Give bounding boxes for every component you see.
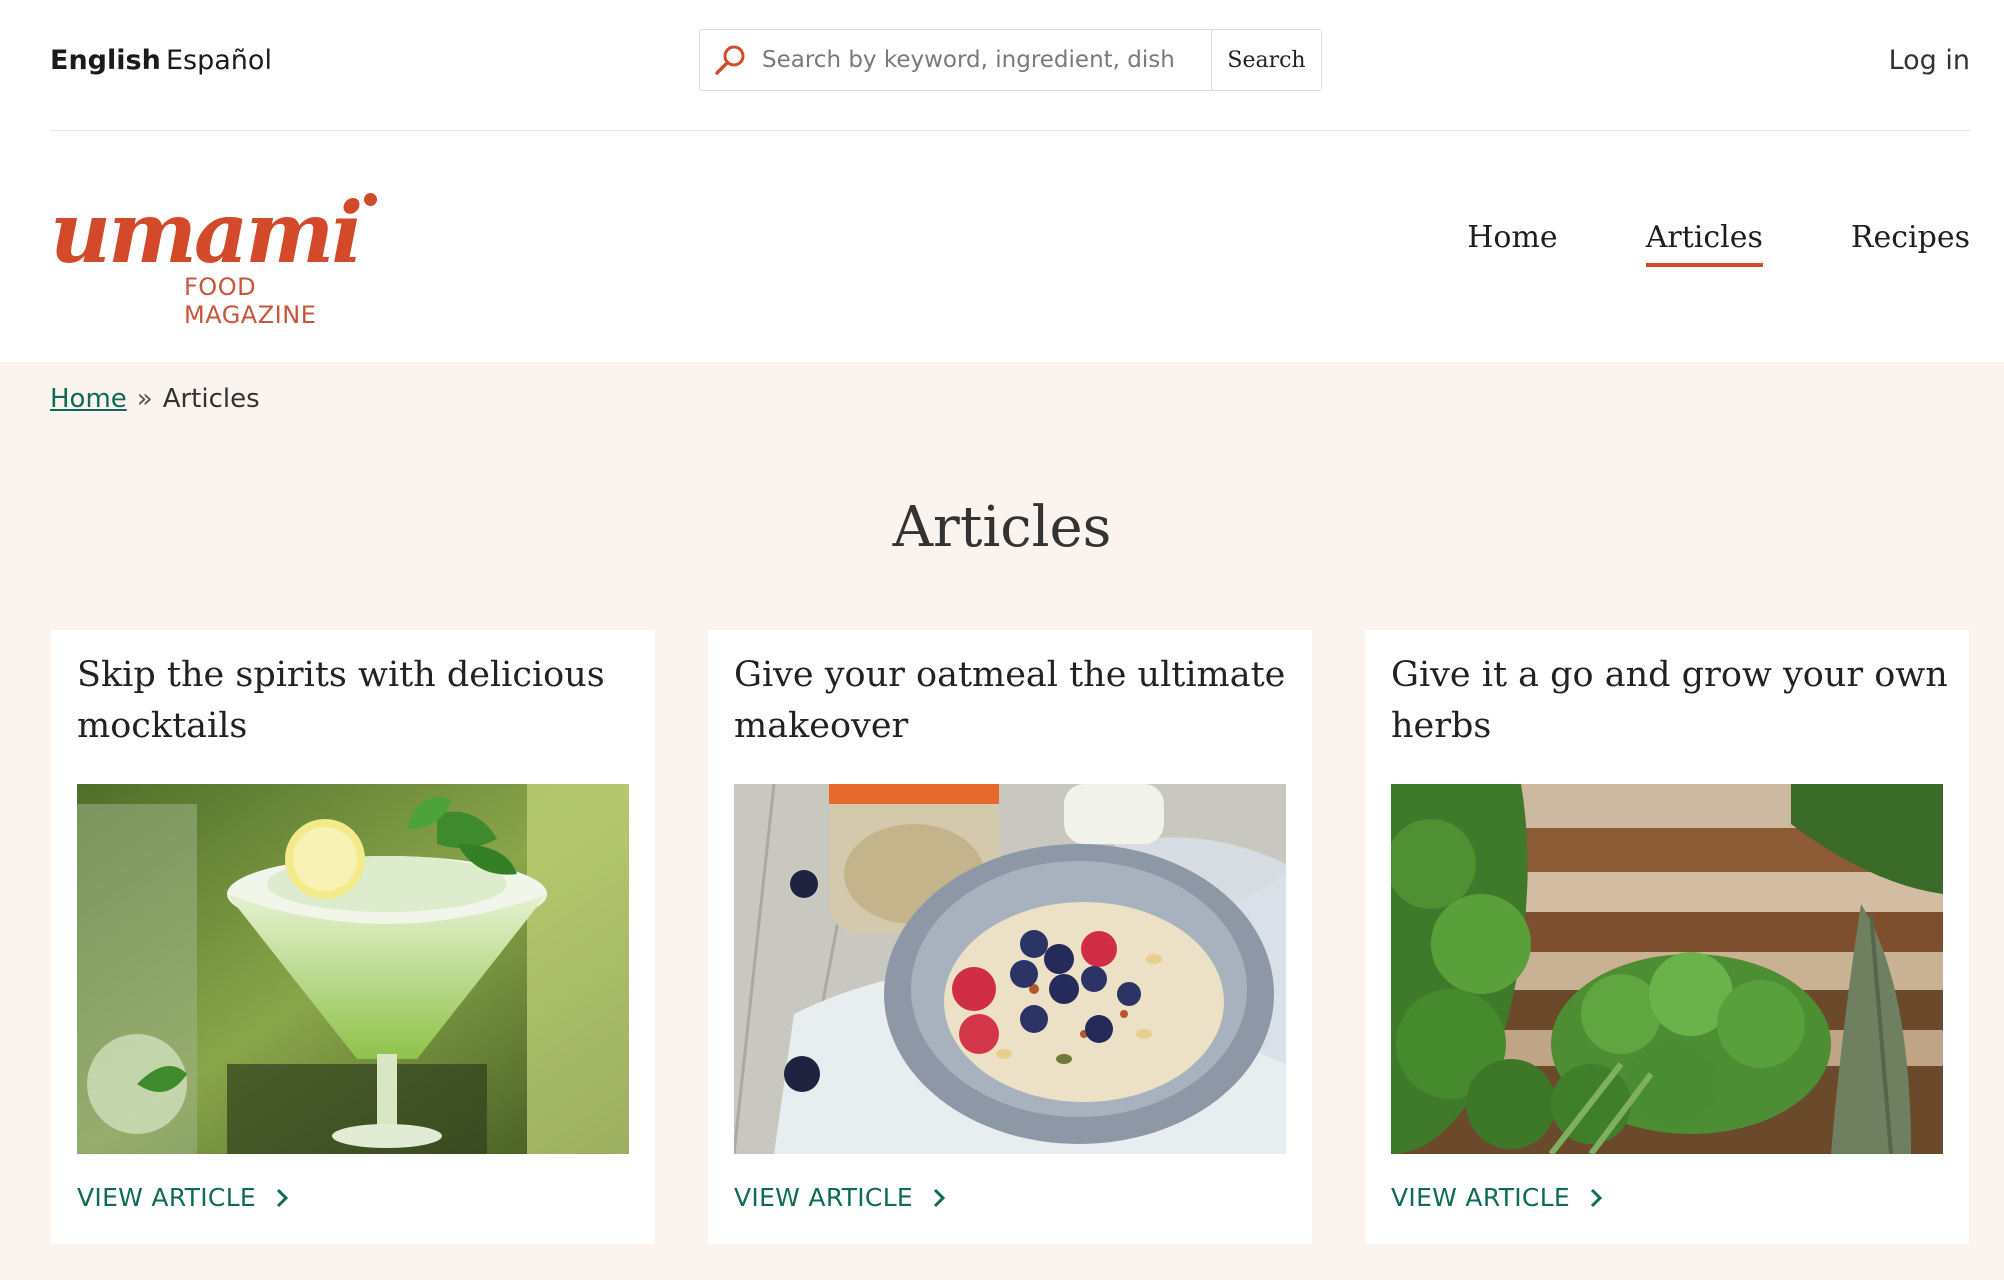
article-image-herbs[interactable] — [1391, 784, 1943, 1154]
article-image-mocktail[interactable] — [77, 784, 629, 1154]
login-link[interactable]: Log in — [1889, 44, 1970, 78]
page-title: Articles — [892, 495, 1112, 560]
view-article-link[interactable]: VIEW ARTICLE — [1391, 1182, 1604, 1214]
article-title[interactable]: Give your oatmeal the ultimate makeover — [734, 650, 1294, 752]
chevron-right-icon — [933, 1188, 946, 1208]
logo-wordmark: umami — [50, 183, 363, 282]
search-field — [700, 30, 1211, 90]
top-bar: English Español Search Log in — [50, 0, 1970, 131]
view-article-label: VIEW ARTICLE — [77, 1183, 257, 1212]
view-article-label: VIEW ARTICLE — [1391, 1183, 1571, 1212]
chevron-right-icon — [1590, 1188, 1603, 1208]
article-title[interactable]: Skip the spirits with delicious mocktail… — [77, 650, 637, 752]
language-english-link[interactable]: English — [50, 44, 161, 78]
search-form: Search — [699, 29, 1322, 91]
article-card: Skip the spirits with delicious mocktail… — [51, 630, 655, 1244]
main-content: Home » Articles Articles Skip the spirits … — [0, 362, 2004, 1280]
view-article-label: VIEW ARTICLE — [734, 1183, 914, 1212]
article-image-oatmeal[interactable] — [734, 784, 1286, 1154]
article-card: Give it a go and grow your own herbs VIE… — [1365, 630, 1969, 1244]
nav-item-recipes[interactable]: Recipes — [1851, 219, 1970, 257]
breadcrumb-current: Articles — [162, 384, 260, 414]
nav-item-articles[interactable]: Articles — [1645, 219, 1764, 267]
oatmeal-photo — [734, 784, 1286, 1154]
nav-item-home[interactable]: Home — [1467, 219, 1557, 257]
logo-tagline: FOOD MAGAZINE — [184, 273, 317, 329]
chevron-right-icon — [276, 1188, 289, 1208]
article-card: Give your oatmeal the ultimate makeover — [708, 630, 1312, 1244]
language-espanol-link[interactable]: Español — [166, 44, 272, 78]
view-article-link[interactable]: VIEW ARTICLE — [734, 1182, 947, 1214]
search-input[interactable] — [762, 30, 1202, 90]
mocktail-photo — [77, 784, 629, 1154]
breadcrumb-separator: » — [136, 384, 153, 414]
umami-logo[interactable]: umami FOOD MAGAZINE — [50, 183, 390, 329]
breadcrumb: Home » Articles — [50, 382, 260, 416]
breadcrumb-home-link[interactable]: Home — [50, 384, 127, 414]
site-header: umami FOOD MAGAZINE Home Articles Recipe… — [50, 131, 1970, 362]
logo-dot — [364, 193, 377, 206]
view-article-link[interactable]: VIEW ARTICLE — [77, 1182, 290, 1214]
article-title[interactable]: Give it a go and grow your own herbs — [1391, 650, 1951, 752]
search-button[interactable]: Search — [1211, 30, 1321, 90]
herbs-photo — [1391, 784, 1943, 1154]
search-icon — [715, 45, 745, 75]
main-nav: Home Articles Recipes — [1379, 219, 1970, 267]
